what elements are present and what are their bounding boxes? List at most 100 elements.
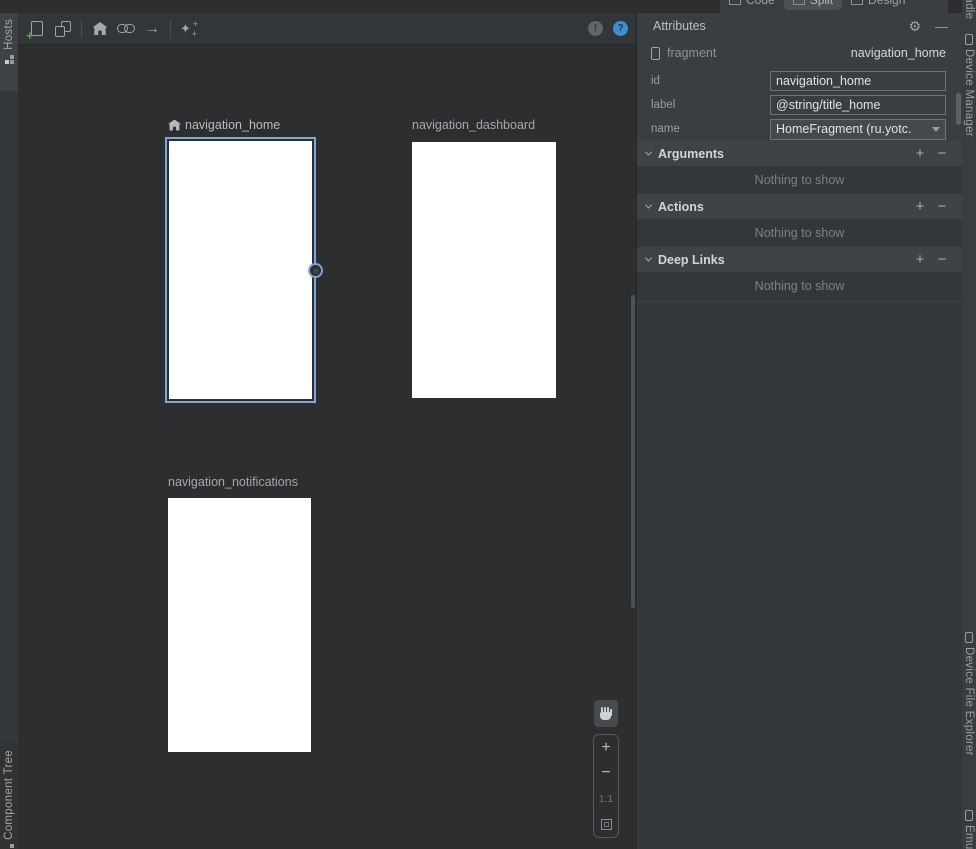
phone-icon [965,34,973,45]
canvas-vertical-scrollbar[interactable] [631,295,635,608]
destination-label-text: navigation_dashboard [412,118,535,132]
tool-button-device-file-explorer[interactable]: Device File Explorer [962,632,976,756]
action-arrow-icon: → [144,21,160,37]
toolbar-separator [170,20,171,38]
add-action-button-panel[interactable]: + [912,198,928,215]
field-row-label: label [637,93,962,117]
deep-link-button[interactable] [113,17,139,41]
destination-label-dashboard[interactable]: navigation_dashboard [412,118,535,132]
zoom-to-fit-button[interactable] [594,812,618,838]
tool-button-component-tree[interactable]: Component Tree [0,742,18,849]
actions-title: Actions [658,200,704,214]
gear-icon[interactable]: ⚙ [908,18,921,35]
section-header-actions[interactable]: Actions + − [637,194,962,219]
action-handle[interactable] [308,263,323,278]
zoom-in-button[interactable]: + [594,735,618,761]
remove-deep-link-button[interactable]: − [934,251,950,268]
destination-notifications-preview[interactable] [168,498,311,752]
component-tree-label: Component Tree [3,750,15,840]
zoom-to-100-button[interactable]: 1:1 [594,786,618,812]
dropdown-arrow-button[interactable] [926,120,945,139]
top-strip: Code Split Design [18,0,962,13]
zoom-to-fit-icon [601,819,612,830]
field-row-name: name HomeFragment (ru.yotc. [637,117,962,141]
attributes-scrollbar[interactable] [956,93,961,125]
fragment-icon [651,47,660,60]
hosts-label: Hosts [3,19,15,50]
name-dropdown[interactable]: HomeFragment (ru.yotc. [770,119,946,140]
zoom-out-button[interactable]: − [594,761,618,787]
remove-argument-button[interactable]: − [934,145,950,162]
new-destination-icon: + [31,21,43,36]
tab-split-label: Split [810,0,833,7]
new-destination-button[interactable]: + [24,17,50,41]
label-field-label: label [651,99,770,111]
id-field[interactable] [770,71,946,91]
tool-button-hosts[interactable]: Hosts [0,13,18,91]
add-action-button[interactable]: → [139,17,165,41]
tool-button-device-manager[interactable]: Device Manager [962,34,976,137]
deep-links-title: Deep Links [658,253,725,267]
assign-start-destination-button[interactable] [87,17,113,41]
nav-graph-canvas[interactable]: navigation_home navigation_dashboard nav… [18,45,636,849]
chevron-down-icon [932,127,940,132]
emulator-label: Emulator [963,825,975,849]
left-tool-stripe: Hosts Component Tree [0,0,18,849]
tab-split[interactable]: Split [784,0,842,10]
tool-button-emulator[interactable]: Emulator [962,810,976,849]
destination-dashboard-preview[interactable] [412,142,556,398]
section-header-deep-links[interactable]: Deep Links + − [637,247,962,272]
tab-code-label: Code [746,0,775,7]
help-icon[interactable]: ? [613,21,628,36]
destination-label-notifications[interactable]: navigation_notifications [168,475,298,489]
navigation-editor-window: Code Split Design Hosts Component Tree [0,0,976,849]
add-argument-button[interactable]: + [912,145,928,162]
phone-icon [965,810,973,821]
device-manager-label: Device Manager [963,49,975,137]
deep-links-empty-text: Nothing to show [637,272,962,300]
component-type-label: fragment [667,46,716,60]
destination-home-frame[interactable] [165,137,316,403]
attributes-panel-header: Attributes ⚙ — [637,13,962,39]
grid-squares-icon [5,844,14,849]
pan-button[interactable] [594,700,618,727]
left-stripe-top [0,0,18,13]
device-file-explorer-label: Device File Explorer [963,647,975,756]
zoom-in-icon: + [601,739,610,757]
id-field-label: id [651,75,770,87]
tab-design-label: Design [868,0,905,7]
arguments-empty-text: Nothing to show [637,166,962,194]
grid-squares-icon [5,55,14,64]
split-icon [793,0,805,5]
tab-design[interactable]: Design [842,0,914,10]
destination-label-home[interactable]: navigation_home [168,118,280,132]
field-row-id: id [637,69,962,93]
name-field-label: name [651,123,770,135]
chevron-down-icon [645,202,652,209]
nav-editor-toolbar: + → ✦++ ! ? [18,13,636,45]
remove-action-button[interactable]: − [934,198,950,215]
editor-mode-tabs: Code Split Design [720,0,948,13]
destination-label-text: navigation_notifications [168,475,298,489]
tab-code[interactable]: Code [720,0,784,10]
auto-arrange-button[interactable]: ✦++ [176,17,202,41]
zoom-controls: + − 1:1 [593,734,619,838]
chevron-down-icon [645,149,652,156]
selected-component-row: fragment navigation_home [637,41,962,65]
component-id-label: navigation_home [851,46,946,60]
zoom-level-label: 1:1 [599,793,614,805]
toolbar-separator [81,20,82,38]
destination-home-preview [169,141,312,399]
hide-panel-icon[interactable]: — [935,19,948,34]
errors-icon[interactable]: ! [588,21,603,36]
label-field[interactable] [770,95,946,115]
add-deep-link-button[interactable]: + [912,251,928,268]
attributes-panel: Attributes ⚙ — fragment navigation_home … [636,13,962,849]
deep-link-icon [117,24,135,34]
auto-arrange-icon: ✦++ [180,21,198,37]
attributes-panel-body [638,303,962,849]
duplicate-button[interactable] [50,17,76,41]
section-header-arguments[interactable]: Arguments + − [637,141,962,166]
tool-button-gradle[interactable]: Gradle [962,0,976,19]
destination-label-text: navigation_home [185,118,280,132]
